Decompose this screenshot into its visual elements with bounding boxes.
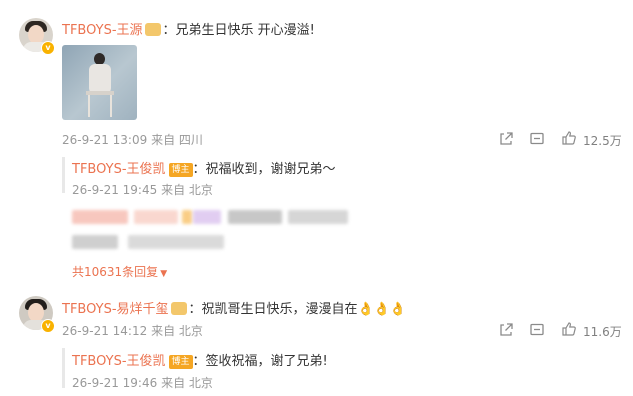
location: 来自 四川 xyxy=(151,133,203,147)
share-icon[interactable] xyxy=(498,131,514,147)
comment-icon[interactable] xyxy=(529,131,545,147)
location: 来自 北京 xyxy=(151,324,203,338)
more-replies-label: 共10631条回复 xyxy=(72,265,159,279)
author-name[interactable]: TFBOYS-王源 xyxy=(62,23,143,38)
more-replies-link[interactable]: 共10631条回复 ▼ xyxy=(72,263,167,280)
crown-icon xyxy=(170,302,187,315)
reply-meta: 26-9-21 19:46 来自 北京 xyxy=(72,374,213,391)
comment-header: TFBOYS-易烊千玺 ：祝凯哥生日快乐，漫漫自在👌👌👌 xyxy=(62,298,406,317)
reply-location: 来自 北京 xyxy=(161,183,213,197)
reply-author-name[interactable]: TFBOYS-王俊凯 xyxy=(72,354,166,369)
reply-divider xyxy=(62,348,65,388)
reply-text: ：祝福收到，谢谢兄弟～ xyxy=(192,162,336,177)
reply-timestamp: 26-9-21 19:45 xyxy=(72,183,158,197)
blogger-tag: 博主 xyxy=(168,163,193,177)
comment-icon[interactable] xyxy=(529,322,545,338)
timestamp: 26-9-21 14:12 xyxy=(62,324,148,338)
chevron-down-icon: ▼ xyxy=(160,269,168,279)
comment-header: TFBOYS-王源 ：兄弟生日快乐 开心漫溢! xyxy=(62,19,315,38)
reply-text: ：签收祝福，谢了兄弟! xyxy=(192,354,328,369)
like-icon[interactable] xyxy=(561,130,577,146)
photo-thumbnail[interactable] xyxy=(62,45,137,120)
verified-badge-icon: v xyxy=(41,41,55,55)
comment-meta: 26-9-21 13:09 来自 四川 xyxy=(62,131,203,148)
comment-text: ：祝凯哥生日快乐，漫漫自在👌👌👌 xyxy=(188,302,407,317)
reply-header: TFBOYS-王俊凯 博主 ：签收祝福，谢了兄弟! xyxy=(72,350,328,369)
like-count: 11.6万 xyxy=(583,325,622,339)
reply-meta: 26-9-21 19:45 来自 北京 xyxy=(72,181,213,198)
crown-icon xyxy=(144,23,161,36)
reply-timestamp: 26-9-21 19:46 xyxy=(72,376,158,390)
author-name[interactable]: TFBOYS-易烊千玺 xyxy=(62,302,169,317)
reply-divider xyxy=(62,157,65,193)
like-icon[interactable] xyxy=(561,321,577,337)
comment-meta: 26-9-21 14:12 来自 北京 xyxy=(62,322,203,339)
reply-location: 来自 北京 xyxy=(161,376,213,390)
verified-badge-icon: v xyxy=(41,319,55,333)
reply-header: TFBOYS-王俊凯 博主 ：祝福收到，谢谢兄弟～ xyxy=(72,158,336,177)
blogger-tag: 博主 xyxy=(168,355,193,369)
like-count: 12.5万 xyxy=(583,134,622,148)
reply-author-name[interactable]: TFBOYS-王俊凯 xyxy=(72,162,166,177)
comment-text: ：兄弟生日快乐 开心漫溢! xyxy=(162,23,315,38)
share-icon[interactable] xyxy=(498,322,514,338)
timestamp: 26-9-21 13:09 xyxy=(62,133,148,147)
